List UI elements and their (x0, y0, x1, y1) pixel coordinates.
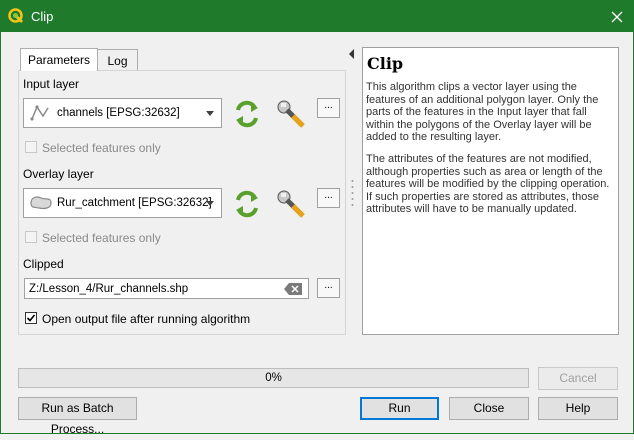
cancel-button[interactable]: Cancel (538, 367, 618, 390)
splitter-grip-icon (351, 180, 354, 206)
overlay-layer-value: Rur_catchment [EPSG:32632] (57, 197, 212, 209)
close-icon (611, 11, 623, 22)
clipped-label: Clipped (23, 257, 64, 271)
help-button[interactable]: Help (538, 397, 618, 420)
polygon-layer-icon (30, 196, 52, 210)
input-layer-options-button[interactable]: ... (317, 98, 340, 118)
help-title: Clip (367, 54, 404, 73)
overlay-selected-only-checkbox[interactable] (25, 231, 37, 243)
overlay-layer-combo[interactable]: Rur_catchment [EPSG:32632] (23, 188, 222, 218)
input-layer-combo[interactable]: channels [EPSG:32632] (23, 98, 222, 128)
overlay-layer-options-button[interactable]: ... (317, 188, 340, 208)
tab-log-label: Log (107, 54, 128, 68)
clipped-browse-button[interactable]: ... (317, 278, 340, 298)
clear-icon[interactable] (284, 283, 302, 295)
wrench-icon[interactable] (275, 98, 309, 132)
input-selected-only-label: Selected features only (42, 141, 161, 155)
input-layer-label: Input layer (23, 77, 80, 91)
line-layer-icon (30, 105, 49, 121)
iterate-icon[interactable] (231, 98, 263, 130)
input-selected-only-checkbox[interactable] (25, 141, 37, 153)
window-title: Clip (31, 9, 54, 24)
overlay-selected-only-label: Selected features only (42, 231, 161, 245)
tab-log[interactable]: Log (97, 49, 138, 70)
help-panel: Clip This algorithm clips a vector layer… (362, 47, 619, 335)
checkmark-icon (26, 314, 36, 322)
clipped-output-field[interactable]: Z:/Lesson_4/Rur_channels.shp (24, 278, 309, 299)
tab-parameters[interactable]: Parameters (20, 48, 98, 71)
help-paragraph-2: The attributes of the features are not m… (366, 153, 610, 215)
tab-parameters-label: Parameters (27, 53, 91, 67)
close-window-button[interactable] (601, 1, 633, 32)
chevron-down-icon (206, 111, 214, 116)
progress-text: 0% (265, 372, 282, 384)
help-paragraph-1: This algorithm clips a vector layer usin… (366, 81, 599, 143)
clipped-output-value: Z:/Lesson_4/Rur_channels.shp (29, 283, 189, 295)
collapse-arrow-icon[interactable] (349, 49, 355, 59)
input-layer-value: channels [EPSG:32632] (57, 107, 180, 119)
chevron-down-icon (206, 201, 214, 206)
clip-dialog: Clip Parameters Log Input layer channels… (0, 0, 634, 436)
title-bar: Clip (1, 1, 633, 32)
wrench-icon[interactable] (275, 188, 309, 222)
iterate-icon[interactable] (231, 188, 263, 220)
progress-bar: 0% (18, 368, 529, 388)
overlay-layer-label: Overlay layer (23, 167, 94, 181)
close-button[interactable]: Close (449, 397, 529, 420)
run-button[interactable]: Run (360, 397, 439, 420)
run-batch-button[interactable]: Run as Batch Process... (18, 397, 137, 436)
open-output-label: Open output file after running algorithm (42, 312, 251, 326)
qgis-logo-icon (8, 8, 24, 24)
open-output-checkbox[interactable] (25, 312, 37, 324)
